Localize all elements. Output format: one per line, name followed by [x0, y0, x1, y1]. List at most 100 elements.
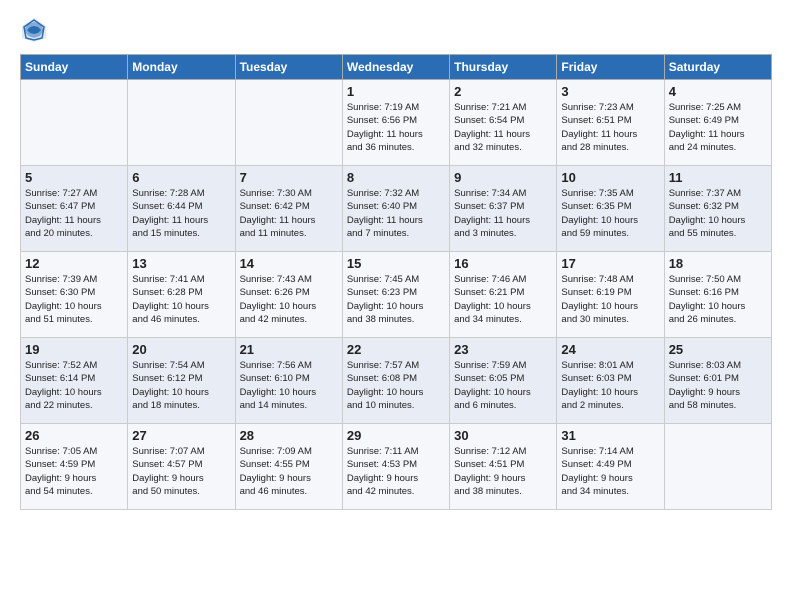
day-number: 27	[132, 428, 230, 443]
calendar-cell: 8Sunrise: 7:32 AM Sunset: 6:40 PM Daylig…	[342, 166, 449, 252]
day-info: Sunrise: 7:56 AM Sunset: 6:10 PM Dayligh…	[240, 359, 338, 412]
weekday-header-row: SundayMondayTuesdayWednesdayThursdayFrid…	[21, 55, 772, 80]
calendar-cell: 15 Sunrise: 7:45 AM Sunset: 6:23 PM Dayli…	[342, 252, 449, 338]
calendar-week-2: 5Sunrise: 7:27 AM Sunset: 6:47 PM Daylig…	[21, 166, 772, 252]
calendar-cell	[128, 80, 235, 166]
day-number: 9	[454, 170, 552, 185]
day-number: 25	[669, 342, 767, 357]
day-info: Sunrise: 7:57 AM Sunset: 6:08 PM Dayligh…	[347, 359, 445, 412]
day-number: 16	[454, 256, 552, 271]
day-info: Sunrise: 7:14 AM Sunset: 4:49 PM Dayligh…	[561, 445, 659, 498]
calendar-table: SundayMondayTuesdayWednesdayThursdayFrid…	[20, 54, 772, 510]
day-info: Sunrise: 7:07 AM Sunset: 4:57 PM Dayligh…	[132, 445, 230, 498]
calendar-cell: 18 Sunrise: 7:50 AM Sunset: 6:16 PM Dayli…	[664, 252, 771, 338]
calendar-week-1: 1 Sunrise: 7:19 AM Sunset: 6:56 PM Daylig…	[21, 80, 772, 166]
weekday-header-thursday: Thursday	[450, 55, 557, 80]
day-number: 28	[240, 428, 338, 443]
day-info: Sunrise: 7:05 AM Sunset: 4:59 PM Dayligh…	[25, 445, 123, 498]
day-info: Sunrise: 7:30 AM Sunset: 6:42 PM Dayligh…	[240, 187, 338, 240]
calendar-cell: 26 Sunrise: 7:05 AM Sunset: 4:59 PM Dayli…	[21, 424, 128, 510]
day-info: Sunrise: 7:35 AM Sunset: 6:35 PM Dayligh…	[561, 187, 659, 240]
day-info: Sunrise: 7:45 AM Sunset: 6:23 PM Dayligh…	[347, 273, 445, 326]
day-info: Sunrise: 7:43 AM Sunset: 6:26 PM Dayligh…	[240, 273, 338, 326]
day-info: Sunrise: 7:37 AM Sunset: 6:32 PM Dayligh…	[669, 187, 767, 240]
calendar-week-3: 12 Sunrise: 7:39 AM Sunset: 6:30 PM Dayli…	[21, 252, 772, 338]
day-info: Sunrise: 7:27 AM Sunset: 6:47 PM Dayligh…	[25, 187, 123, 240]
calendar-cell: 17Sunrise: 7:48 AM Sunset: 6:19 PM Dayli…	[557, 252, 664, 338]
calendar-cell: 24 Sunrise: 8:01 AM Sunset: 6:03 PM Dayli…	[557, 338, 664, 424]
calendar-cell: 14 Sunrise: 7:43 AM Sunset: 6:26 PM Dayli…	[235, 252, 342, 338]
calendar-cell: 29 Sunrise: 7:11 AM Sunset: 4:53 PM Dayli…	[342, 424, 449, 510]
weekday-header-sunday: Sunday	[21, 55, 128, 80]
calendar-cell: 31Sunrise: 7:14 AM Sunset: 4:49 PM Dayli…	[557, 424, 664, 510]
day-number: 11	[669, 170, 767, 185]
calendar-cell: 1 Sunrise: 7:19 AM Sunset: 6:56 PM Daylig…	[342, 80, 449, 166]
calendar-cell: 23 Sunrise: 7:59 AM Sunset: 6:05 PM Dayli…	[450, 338, 557, 424]
day-number: 21	[240, 342, 338, 357]
day-number: 29	[347, 428, 445, 443]
day-info: Sunrise: 7:48 AM Sunset: 6:19 PM Dayligh…	[561, 273, 659, 326]
calendar-cell: 20 Sunrise: 7:54 AM Sunset: 6:12 PM Dayli…	[128, 338, 235, 424]
day-number: 26	[25, 428, 123, 443]
day-number: 23	[454, 342, 552, 357]
calendar-cell	[21, 80, 128, 166]
weekday-header-monday: Monday	[128, 55, 235, 80]
calendar-cell: 6 Sunrise: 7:28 AM Sunset: 6:44 PM Daylig…	[128, 166, 235, 252]
page: SundayMondayTuesdayWednesdayThursdayFrid…	[0, 0, 792, 520]
day-number: 4	[669, 84, 767, 99]
day-info: Sunrise: 7:28 AM Sunset: 6:44 PM Dayligh…	[132, 187, 230, 240]
calendar-cell: 2 Sunrise: 7:21 AM Sunset: 6:54 PM Daylig…	[450, 80, 557, 166]
day-number: 30	[454, 428, 552, 443]
header	[20, 16, 772, 44]
day-info: Sunrise: 7:12 AM Sunset: 4:51 PM Dayligh…	[454, 445, 552, 498]
calendar-cell: 4 Sunrise: 7:25 AM Sunset: 6:49 PM Daylig…	[664, 80, 771, 166]
day-info: Sunrise: 7:52 AM Sunset: 6:14 PM Dayligh…	[25, 359, 123, 412]
weekday-header-saturday: Saturday	[664, 55, 771, 80]
calendar-cell: 27 Sunrise: 7:07 AM Sunset: 4:57 PM Dayli…	[128, 424, 235, 510]
day-info: Sunrise: 7:11 AM Sunset: 4:53 PM Dayligh…	[347, 445, 445, 498]
day-number: 20	[132, 342, 230, 357]
day-info: Sunrise: 7:23 AM Sunset: 6:51 PM Dayligh…	[561, 101, 659, 154]
day-info: Sunrise: 7:59 AM Sunset: 6:05 PM Dayligh…	[454, 359, 552, 412]
calendar-cell: 13Sunrise: 7:41 AM Sunset: 6:28 PM Dayli…	[128, 252, 235, 338]
day-info: Sunrise: 7:25 AM Sunset: 6:49 PM Dayligh…	[669, 101, 767, 154]
day-number: 19	[25, 342, 123, 357]
day-number: 15	[347, 256, 445, 271]
day-number: 14	[240, 256, 338, 271]
calendar-cell: 5Sunrise: 7:27 AM Sunset: 6:47 PM Daylig…	[21, 166, 128, 252]
logo	[20, 16, 52, 44]
day-number: 6	[132, 170, 230, 185]
day-info: Sunrise: 7:19 AM Sunset: 6:56 PM Dayligh…	[347, 101, 445, 154]
day-number: 3	[561, 84, 659, 99]
weekday-header-wednesday: Wednesday	[342, 55, 449, 80]
day-info: Sunrise: 7:34 AM Sunset: 6:37 PM Dayligh…	[454, 187, 552, 240]
day-info: Sunrise: 7:32 AM Sunset: 6:40 PM Dayligh…	[347, 187, 445, 240]
day-number: 2	[454, 84, 552, 99]
day-info: Sunrise: 7:21 AM Sunset: 6:54 PM Dayligh…	[454, 101, 552, 154]
calendar-cell: 12 Sunrise: 7:39 AM Sunset: 6:30 PM Dayli…	[21, 252, 128, 338]
day-info: Sunrise: 7:39 AM Sunset: 6:30 PM Dayligh…	[25, 273, 123, 326]
calendar-week-5: 26 Sunrise: 7:05 AM Sunset: 4:59 PM Dayli…	[21, 424, 772, 510]
day-number: 7	[240, 170, 338, 185]
day-number: 24	[561, 342, 659, 357]
calendar-cell	[235, 80, 342, 166]
calendar-week-4: 19 Sunrise: 7:52 AM Sunset: 6:14 PM Dayli…	[21, 338, 772, 424]
calendar-cell: 21 Sunrise: 7:56 AM Sunset: 6:10 PM Dayli…	[235, 338, 342, 424]
calendar-cell: 16Sunrise: 7:46 AM Sunset: 6:21 PM Dayli…	[450, 252, 557, 338]
day-info: Sunrise: 8:03 AM Sunset: 6:01 PM Dayligh…	[669, 359, 767, 412]
day-number: 12	[25, 256, 123, 271]
calendar-cell: 11 Sunrise: 7:37 AM Sunset: 6:32 PM Dayli…	[664, 166, 771, 252]
calendar-cell: 7 Sunrise: 7:30 AM Sunset: 6:42 PM Daylig…	[235, 166, 342, 252]
day-number: 1	[347, 84, 445, 99]
day-info: Sunrise: 8:01 AM Sunset: 6:03 PM Dayligh…	[561, 359, 659, 412]
calendar-cell: 30 Sunrise: 7:12 AM Sunset: 4:51 PM Dayli…	[450, 424, 557, 510]
day-info: Sunrise: 7:09 AM Sunset: 4:55 PM Dayligh…	[240, 445, 338, 498]
day-number: 18	[669, 256, 767, 271]
logo-icon	[20, 16, 48, 44]
day-info: Sunrise: 7:50 AM Sunset: 6:16 PM Dayligh…	[669, 273, 767, 326]
calendar-cell: 10 Sunrise: 7:35 AM Sunset: 6:35 PM Dayli…	[557, 166, 664, 252]
day-number: 22	[347, 342, 445, 357]
day-number: 10	[561, 170, 659, 185]
calendar-cell: 3 Sunrise: 7:23 AM Sunset: 6:51 PM Daylig…	[557, 80, 664, 166]
day-info: Sunrise: 7:54 AM Sunset: 6:12 PM Dayligh…	[132, 359, 230, 412]
